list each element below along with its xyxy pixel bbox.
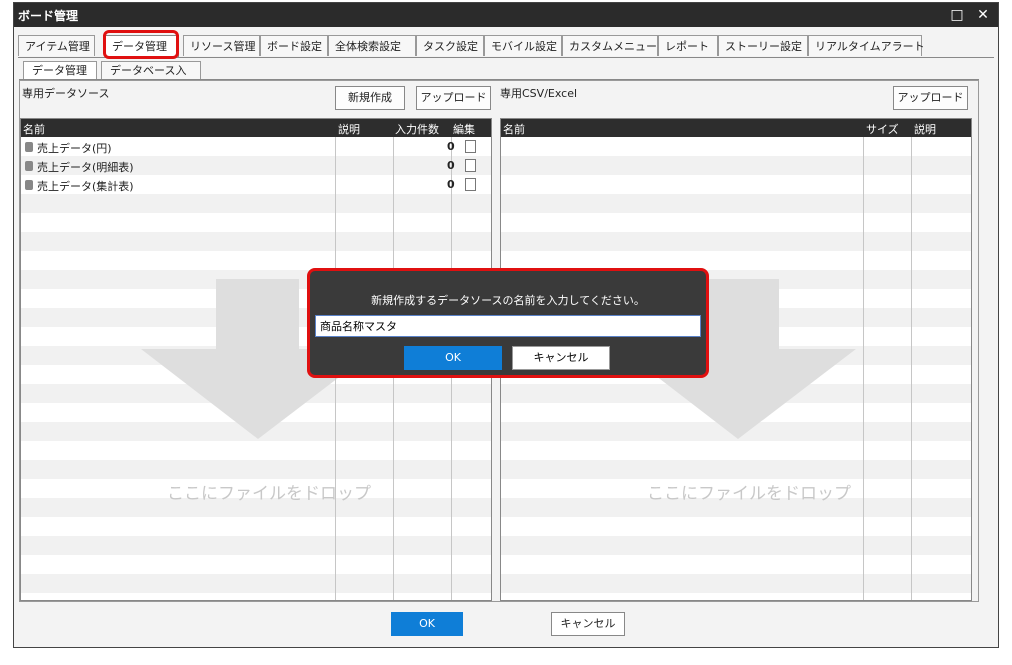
right-panel-label: 専用CSV/Excel [500, 87, 578, 100]
footer-cancel-button[interactable]: キャンセル [551, 612, 625, 636]
tab-task-settings[interactable]: タスク設定 [416, 35, 484, 56]
dialog-cancel-button[interactable]: キャンセル [512, 346, 610, 370]
dialog-message: 新規作成するデータソースの名前を入力してください。 [371, 294, 645, 307]
col-description: 説明 [914, 123, 936, 136]
close-icon[interactable]: ✕ [972, 5, 994, 25]
left-drop-text: ここにファイルをドロップ [167, 484, 371, 504]
tab-resource-management[interactable]: リソース管理 [183, 35, 260, 56]
tab-realtime-alert[interactable]: リアルタイムアラート [808, 35, 925, 56]
edit-icon[interactable] [465, 178, 476, 191]
tab-story-settings[interactable]: ストーリー設定 [718, 35, 808, 56]
csv-table-header: 名前 サイズ 説明 [501, 119, 971, 137]
col-name: 名前 [503, 123, 525, 136]
tab-report[interactable]: レポート [658, 35, 718, 56]
footer-ok-button[interactable]: OK [391, 612, 463, 636]
col-size: サイズ [866, 123, 899, 136]
maximize-icon[interactable]: □ [946, 5, 968, 25]
tab-custom-menu[interactable]: カスタムメニュー [562, 35, 658, 56]
right-upload-button[interactable]: アップロード [893, 86, 968, 110]
left-upload-button[interactable]: アップロード [416, 86, 491, 110]
table-row[interactable]: 売上データ(円) 0 [21, 137, 491, 156]
right-drop-text: ここにファイルをドロップ [647, 484, 851, 504]
col-edit: 編集 [453, 123, 475, 136]
tab-board-settings[interactable]: ボード設定 [260, 35, 328, 56]
col-description: 説明 [338, 123, 360, 136]
datasource-table-header: 名前 説明 入力件数 編集 [21, 119, 491, 137]
new-datasource-dialog: 新規作成するデータソースの名前を入力してください。 OK キャンセル [307, 268, 709, 378]
new-datasource-button[interactable]: 新規作成 [335, 86, 405, 110]
database-icon [25, 180, 33, 190]
title-bar: ボード管理 □ ✕ [14, 3, 998, 27]
col-name: 名前 [23, 123, 45, 136]
datasource-name-input[interactable] [315, 315, 701, 337]
window-title: ボード管理 [18, 9, 79, 23]
table-row[interactable]: 売上データ(集計表) 0 [21, 175, 491, 194]
tab-global-search-settings[interactable]: 全体検索設定 [328, 35, 416, 56]
edit-icon[interactable] [465, 159, 476, 172]
tab-item-management[interactable]: アイテム管理 [18, 35, 95, 56]
table-row[interactable]: 売上データ(明細表) 0 [21, 156, 491, 175]
subtab-database-input[interactable]: データベース入力 [101, 61, 201, 94]
subtab-data-management[interactable]: データ管理 [23, 61, 97, 79]
tab-highlight [103, 30, 179, 59]
edit-icon[interactable] [465, 140, 476, 153]
dialog-ok-button[interactable]: OK [404, 346, 502, 370]
col-input-count: 入力件数 [395, 123, 439, 136]
tab-mobile-settings[interactable]: モバイル設定 [484, 35, 562, 56]
left-panel-label: 専用データソース [22, 87, 110, 100]
database-icon [25, 142, 33, 152]
database-icon [25, 161, 33, 171]
sub-tab-bar: データ管理 データベース入力 [19, 61, 979, 94]
